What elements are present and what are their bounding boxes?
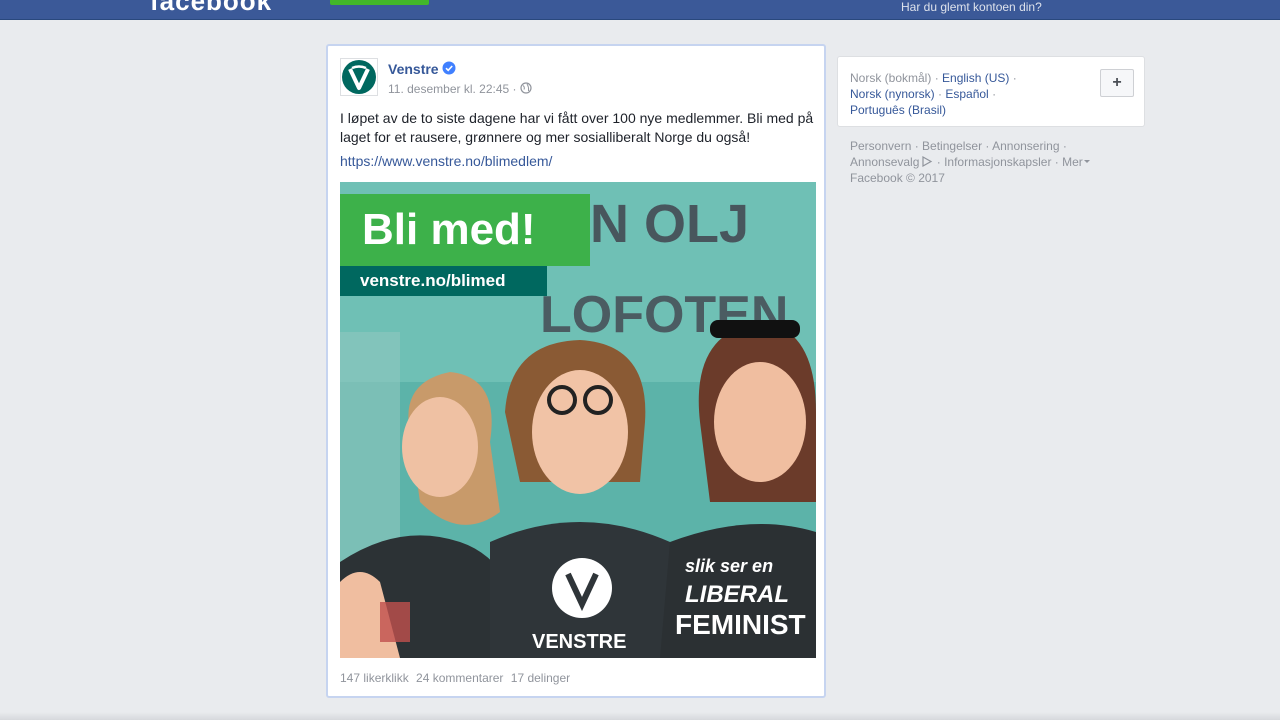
language-selector-box: Norsk (bokmål) · English (US) · Norsk (n… [837,56,1145,127]
svg-text:VENSTRE: VENSTRE [532,631,626,653]
current-language: Norsk (bokmål) [850,71,932,85]
top-navigation-bar: facebook Har du glemt kontoen din? [0,0,1280,20]
post-timestamp[interactable]: 11. desember kl. 22:45 · [388,82,517,96]
language-list: Norsk (bokmål) · English (US) · Norsk (n… [850,71,1017,117]
add-language-button[interactable]: + [1100,69,1134,97]
image-url-banner: venstre.no/blimed [340,266,547,296]
svg-text:slik ser en: slik ser en [685,556,773,576]
language-option-espanol[interactable]: Español [945,87,988,101]
likes-count[interactable]: 147 likerklikk [340,671,409,685]
bottom-bar-shadow [0,712,1280,720]
signup-button[interactable] [330,0,429,5]
globe-icon[interactable] [520,82,532,94]
page-avatar[interactable] [340,58,378,96]
footer-link-mer[interactable]: Mer [1062,155,1083,169]
venstre-logo-icon [342,60,376,94]
svg-text:LIBERAL: LIBERAL [685,581,789,608]
footer-link-annonsering[interactable]: Annonsering [992,139,1059,153]
footer-link-betingelser[interactable]: Betingelser [922,139,982,153]
post-image[interactable]: N OLJ LOFOTEN VENSTRE slik ser en LIBERA… [340,182,816,658]
footer-link-annonsevalg[interactable]: Annonsevalg [850,155,919,169]
svg-text:FEMINIST: FEMINIST [675,609,806,640]
post-card: Venstre 11. desember kl. 22:45 · I løpet… [326,44,826,698]
image-headline: Bli med! [340,194,590,266]
svg-text:N OLJ: N OLJ [590,194,749,254]
shares-count[interactable]: 17 delinger [511,671,570,685]
copyright: Facebook © 2017 [850,171,945,185]
engagement-bar: 147 likerklikk 24 kommentarer 17 delinge… [340,671,574,685]
post-text: I løpet av de to siste dagene har vi fåt… [340,110,814,145]
comments-count[interactable]: 24 kommentarer [416,671,503,685]
verified-badge-icon [442,61,456,75]
post-link[interactable]: https://www.venstre.no/blimedlem/ [340,153,552,169]
footer-link-informasjonskapsler[interactable]: Informasjonskapsler [944,155,1051,169]
page-name-link[interactable]: Venstre [388,61,439,77]
forgot-account-link[interactable]: Har du glemt kontoen din? [901,0,1042,14]
language-option-english[interactable]: English (US) [942,71,1009,85]
footer-links: Personvern · Betingelser · Annonsering ·… [850,138,1140,186]
footer-link-personvern[interactable]: Personvern [850,139,911,153]
adchoices-icon [922,155,933,168]
language-option-nynorsk[interactable]: Norsk (nynorsk) [850,87,935,101]
facebook-logo[interactable]: facebook [150,0,272,17]
language-option-portugues[interactable]: Português (Brasil) [850,103,946,117]
caret-down-icon [1083,160,1090,163]
